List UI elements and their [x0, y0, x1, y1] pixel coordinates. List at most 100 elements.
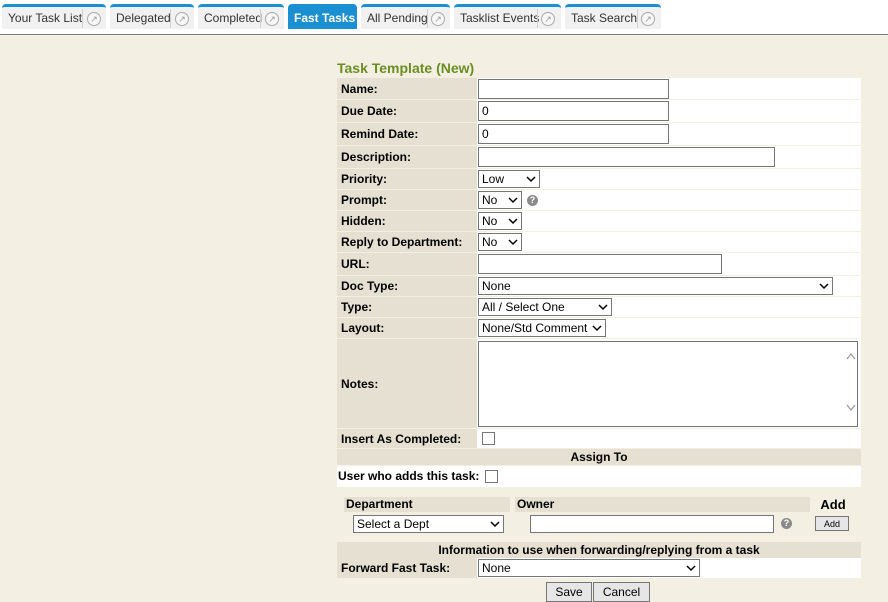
prompt-selected-value: No [482, 193, 498, 207]
hidden-value-cell: No [477, 211, 861, 232]
hidden-selected-value: No [482, 214, 498, 228]
remind-date-value-cell [477, 123, 861, 146]
row-user-who-adds: User who adds this task: [337, 466, 861, 487]
tab-tasklist-events[interactable]: Tasklist Events ↗ [454, 4, 561, 29]
url-input[interactable] [478, 254, 722, 274]
chevron-down-icon [508, 197, 518, 204]
name-input[interactable] [478, 78, 669, 99]
layout-select[interactable]: None/Std Comment [478, 319, 606, 337]
task-template-form: Task Template (New) Name: Due Date: Remi… [334, 56, 862, 602]
add-owner-button[interactable]: Add [815, 516, 849, 531]
tab-divider [637, 9, 638, 28]
due-date-label: Due Date: [337, 100, 477, 123]
priority-selected-value: Low [482, 172, 505, 186]
doc-type-select[interactable]: None [478, 277, 833, 295]
open-external-icon[interactable]: ↗ [541, 12, 555, 26]
forward-fast-task-label: Forward Fast Task: [337, 558, 477, 579]
tab-divider [260, 9, 261, 28]
row-reply-to-department: Reply to Department: No [337, 232, 861, 253]
tab-divider [82, 9, 83, 28]
department-column-header: Department [344, 497, 510, 512]
row-prompt: Prompt: No ? [337, 190, 861, 211]
owner-input[interactable] [530, 515, 774, 533]
doc-type-value-cell: None [477, 276, 861, 297]
tab-your-task-list[interactable]: Your Task List ↗ [2, 4, 106, 29]
url-value-cell [477, 253, 861, 276]
tab-divider [537, 9, 538, 28]
row-insert-as-completed: Insert As Completed: [337, 429, 861, 449]
row-forward-fast-task: Forward Fast Task: None [337, 558, 861, 579]
insert-as-completed-label: Insert As Completed: [337, 429, 477, 449]
reply-to-department-label: Reply to Department: [337, 232, 477, 253]
remind-date-input[interactable] [478, 124, 669, 144]
reply-to-department-selected-value: No [482, 235, 498, 249]
tab-fast-tasks[interactable]: Fast Tasks [288, 4, 357, 29]
user-who-adds-checkbox[interactable] [485, 470, 499, 483]
due-date-input[interactable] [478, 101, 669, 121]
chevron-down-icon [819, 283, 829, 290]
tab-task-search[interactable]: Task Search ↗ [565, 4, 661, 29]
user-who-adds-label: User who adds this task: [338, 469, 480, 483]
chevron-down-icon [508, 239, 518, 246]
row-remind-date: Remind Date: [337, 123, 861, 146]
layout-selected-value: None/Std Comment [482, 321, 588, 335]
tab-label: Fast Tasks [294, 11, 356, 25]
chevron-down-icon [490, 521, 500, 528]
tab-label: Your Task List [8, 11, 83, 25]
reply-to-department-value-cell: No [477, 232, 861, 253]
doc-type-label: Doc Type: [337, 276, 477, 297]
open-external-icon[interactable]: ↗ [431, 12, 445, 26]
hidden-label: Hidden: [337, 211, 477, 232]
type-value-cell: All / Select One [477, 297, 861, 318]
row-notes: Notes: [337, 339, 861, 429]
priority-label: Priority: [337, 169, 477, 190]
forward-fast-task-value-cell: None [477, 558, 861, 579]
type-selected-value: All / Select One [482, 300, 565, 314]
description-value-cell [477, 146, 861, 169]
open-external-icon[interactable]: ↗ [175, 12, 189, 26]
help-icon[interactable]: ? [527, 194, 538, 206]
tab-all-pending[interactable]: All Pending ↗ [361, 4, 450, 29]
notes-textarea[interactable] [478, 340, 858, 427]
priority-select[interactable]: Low [478, 170, 540, 188]
tab-label: Task Search [571, 11, 638, 25]
open-external-icon[interactable]: ↗ [87, 12, 101, 26]
tab-divider [170, 9, 171, 28]
chevron-down-icon [686, 565, 696, 572]
row-doc-type: Doc Type: None [337, 276, 861, 297]
hidden-select[interactable]: No [478, 212, 522, 230]
department-select[interactable]: Select a Dept [353, 515, 504, 533]
textarea-scrollbar[interactable] [845, 341, 857, 427]
tab-label: All Pending [367, 11, 428, 25]
row-priority: Priority: Low [337, 169, 861, 190]
notes-value-cell [477, 339, 861, 429]
prompt-label: Prompt: [337, 190, 477, 211]
assign-to-heading: Assign To [337, 449, 861, 465]
due-date-value-cell [477, 100, 861, 123]
url-label: URL: [337, 253, 477, 276]
tab-label: Completed [204, 11, 263, 25]
type-label: Type: [337, 297, 477, 318]
row-layout: Layout: None/Std Comment [337, 318, 861, 339]
tab-label: Tasklist Events [460, 11, 540, 25]
forwarding-heading: Information to use when forwarding/reply… [337, 542, 861, 558]
tab-completed[interactable]: Completed ↗ [198, 4, 284, 29]
cancel-button[interactable]: Cancel [593, 582, 650, 602]
reply-to-department-select[interactable]: No [478, 233, 522, 251]
row-description: Description: [337, 146, 861, 169]
save-button[interactable]: Save [546, 582, 592, 602]
open-external-icon[interactable]: ↗ [641, 12, 655, 26]
help-icon[interactable]: ? [781, 518, 792, 529]
insert-as-completed-checkbox[interactable] [482, 432, 495, 445]
add-column-header: Add [820, 497, 846, 512]
type-select[interactable]: All / Select One [478, 298, 612, 316]
description-input[interactable] [478, 147, 775, 167]
layout-value-cell: None/Std Comment [477, 318, 861, 339]
open-external-icon[interactable]: ↗ [265, 12, 279, 26]
chevron-down-icon [526, 176, 536, 183]
tab-delegated[interactable]: Delegated ↗ [110, 4, 194, 29]
forward-fast-task-select[interactable]: None [478, 559, 700, 577]
tab-bar: Your Task List ↗ Delegated ↗ Completed ↗… [0, 0, 888, 35]
prompt-select[interactable]: No [478, 191, 522, 209]
name-label: Name: [337, 78, 477, 100]
